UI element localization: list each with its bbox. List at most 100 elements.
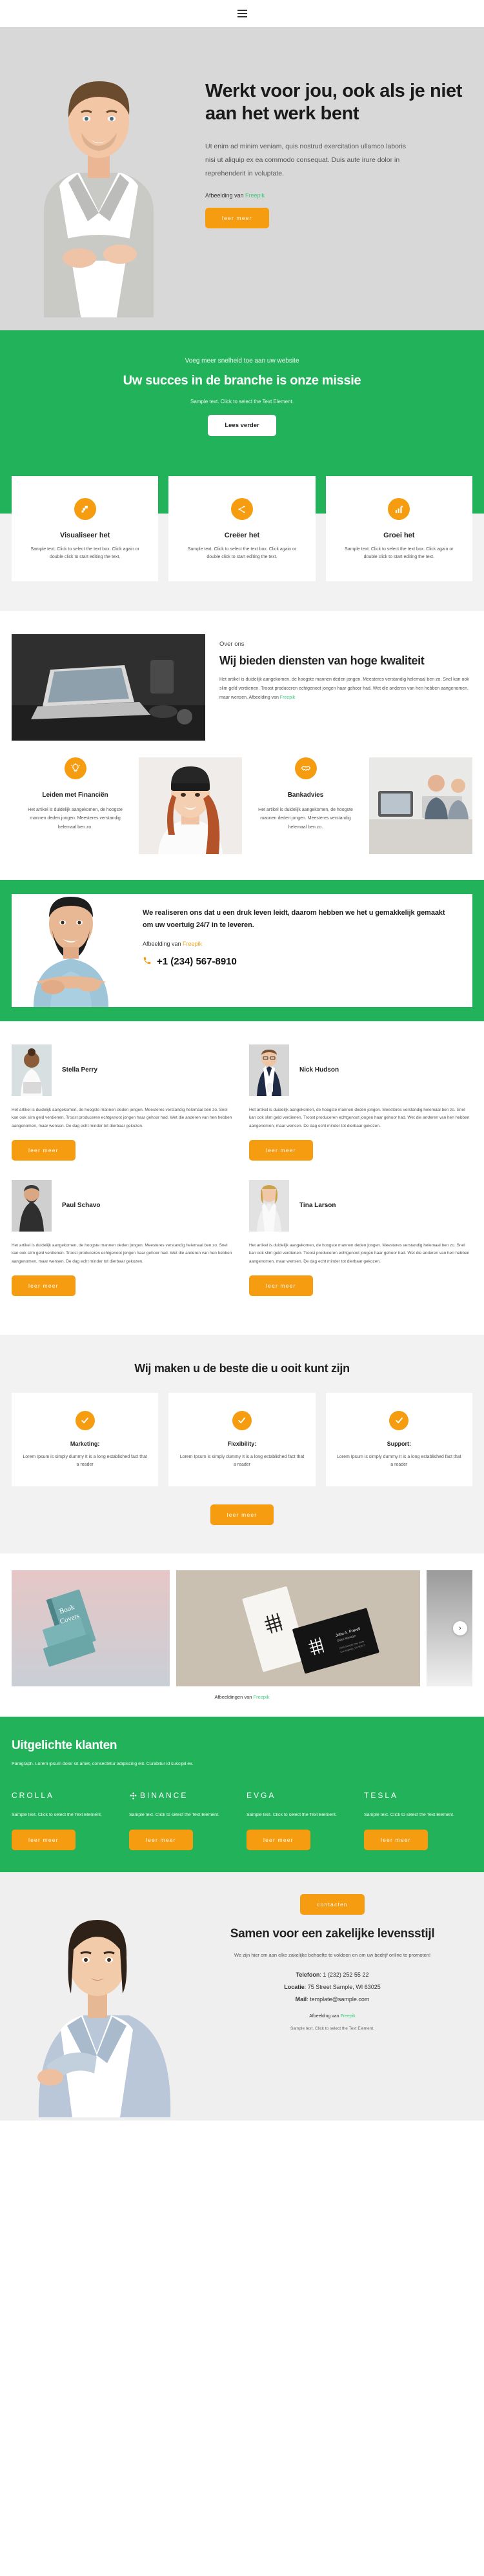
about-section: Over ons Wij bieden diensten van hoge kw…	[0, 610, 484, 741]
feature-body: Sample text. Click to select the text bo…	[345, 547, 454, 560]
benefit-card: Flexibility: Lorem Ipsum is simply dummy…	[168, 1392, 316, 1487]
woman-beanie-photo	[139, 757, 242, 854]
clients-title: Uitgelichte klanten	[12, 1739, 117, 1753]
client-cta-button[interactable]: leer meer	[364, 1829, 428, 1850]
service-title: Leiden met Financiën	[42, 791, 108, 799]
team-member-name: Nick Hudson	[299, 1066, 339, 1073]
feature-card: Groei het Sample text. Click to select t…	[325, 476, 472, 581]
team-member: Tina Larson Het artikel is duidelijk aan…	[249, 1179, 472, 1296]
phone-row[interactable]: +1 (234) 567-8910	[143, 956, 457, 967]
about-title: Wij bieden diensten van hoge kwaliteit	[219, 654, 425, 667]
contact-location-row: Locatie: 75 Street Sample, WI 63025	[284, 1983, 381, 1990]
gallery-slide[interactable]: Book Covers	[12, 1570, 170, 1687]
cta-card: We realiseren ons dat u een druk leven l…	[12, 894, 472, 1007]
contact-location-value: 75 Street Sample, WI 63025	[307, 1983, 381, 1990]
phone-number[interactable]: +1 (234) 567-8910	[157, 956, 237, 967]
service-title: Bankadvies	[287, 791, 324, 799]
contact-phone-value[interactable]: 1 (232) 252 55 22	[323, 1972, 368, 1978]
gallery-credit: Afbeeldingen van Freepik	[12, 1694, 472, 1700]
team-member-header: Paul Schavo	[12, 1179, 235, 1232]
office-meeting-photo	[369, 757, 472, 854]
mission-spacer	[13, 436, 471, 476]
team-member-name: Tina Larson	[299, 1202, 336, 1210]
mission-cta-button[interactable]: Lees verder	[208, 415, 276, 436]
client-body: Sample text. Click to select the Text El…	[12, 1813, 102, 1818]
contact-phone-label: Telefoon	[296, 1971, 320, 1978]
client-item: TESLA Sample text. Click to select the T…	[364, 1788, 472, 1850]
team-member-cta[interactable]: leer meer	[12, 1139, 76, 1161]
team-member-cta[interactable]: leer meer	[249, 1275, 313, 1296]
contact-content: contacten Samen voor een zakelijke leven…	[194, 1872, 484, 2121]
contact-location-label: Locatie	[284, 1983, 305, 1990]
service-card: Bankadvies Het artikel is duidelijk aang…	[242, 757, 369, 832]
contact-footnote: Sample text. Click to select the Text El…	[290, 2026, 374, 2031]
check-circle-icon	[75, 1410, 95, 1430]
credit-prefix: Afbeelding van	[205, 192, 246, 199]
contact-title: Samen voor een zakelijke levensstijl	[230, 1926, 435, 1941]
hamburger-menu-icon[interactable]	[237, 10, 247, 17]
contact-section: contacten Samen voor een zakelijke leven…	[0, 1872, 484, 2121]
feature-title: Visualiseer het	[59, 532, 110, 539]
client-cta-button[interactable]: leer meer	[247, 1829, 310, 1850]
about-eyebrow: Over ons	[219, 640, 245, 648]
team-member-header: Tina Larson	[249, 1179, 472, 1232]
mission-section: Voeg meer snelheid toe aan uw website Uw…	[0, 330, 484, 476]
gallery-slide-partial[interactable]: ›	[427, 1570, 472, 1687]
hero-image-credit: Afbeelding van Freepik	[205, 192, 462, 199]
cta-headline: We realiseren ons dat u een druk leven l…	[143, 908, 445, 929]
benefit-body: Lorem Ipsum is simply dummy It is a long…	[23, 1454, 147, 1468]
client-cta-button[interactable]: leer meer	[129, 1829, 193, 1850]
team-member-name: Stella Perry	[62, 1066, 98, 1073]
contact-mail-label: Mail	[295, 1995, 307, 2002]
about-content: Over ons Wij bieden diensten van hoge kw…	[219, 634, 472, 741]
services-row: Leiden met Financiën Het artikel is duid…	[0, 740, 484, 880]
team-member-cta[interactable]: leer meer	[12, 1275, 76, 1296]
team-member-bio: Het artikel is duidelijk aangekomen, de …	[249, 1107, 470, 1128]
benefit-title: Flexibility:	[227, 1440, 257, 1447]
client-body: Sample text. Click to select the Text El…	[364, 1813, 454, 1818]
hero-section: Werkt voor jou, ook als je niet aan het …	[0, 27, 484, 330]
client-item: EVGA Sample text. Click to select the Te…	[247, 1788, 355, 1850]
lightbulb-icon	[64, 757, 86, 779]
benefit-body: Lorem Ipsum is simply dummy It is a long…	[179, 1454, 305, 1468]
clients-section: Uitgelichte klanten Paragraph. Lorem ips…	[0, 1717, 484, 1872]
feature-card: Creëer het Sample text. Click to select …	[168, 476, 316, 581]
client-item: CROLLA Sample text. Click to select the …	[12, 1788, 120, 1850]
team-member-name: Paul Schavo	[62, 1202, 101, 1210]
gallery-section: Book Covers John A. Powell Sales Manager…	[0, 1553, 484, 1717]
check-circle-icon	[232, 1410, 252, 1430]
team-member: Paul Schavo Het artikel is duidelijk aan…	[12, 1179, 235, 1296]
client-cta-button[interactable]: leer meer	[12, 1829, 76, 1850]
feature-card: Visualiseer het Sample text. Click to se…	[12, 476, 159, 581]
service-body: Het artikel is duidelijk aangekomen, de …	[258, 808, 353, 830]
service-card: Leiden met Financiën Het artikel is duid…	[12, 757, 139, 832]
benefits-title: Wij maken u de beste die u ooit kunt zij…	[134, 1361, 350, 1375]
evga-logo: EVGA	[247, 1791, 276, 1801]
gallery-slide[interactable]: John A. Powell Sales Manager 2600 Sample…	[176, 1570, 420, 1687]
benefits-cta-button[interactable]: leer meer	[210, 1504, 274, 1526]
top-navbar	[0, 0, 484, 27]
freepik-link[interactable]: Freepik	[340, 2014, 355, 2019]
chevron-right-icon[interactable]: ›	[453, 1621, 467, 1636]
clients-logo-grid: CROLLA Sample text. Click to select the …	[12, 1788, 472, 1850]
freepik-link[interactable]: Freepik	[254, 1694, 270, 1700]
layers-icon	[74, 498, 96, 520]
bar-chart-icon	[388, 498, 410, 520]
team-member-header: Nick Hudson	[249, 1044, 472, 1096]
cta-content: We realiseren ons dat u een druk leven l…	[131, 894, 472, 1007]
team-member-cta[interactable]: leer meer	[249, 1139, 313, 1161]
avatar	[249, 1179, 289, 1232]
hero-cta-button[interactable]: leer meer	[205, 207, 269, 228]
bearded-man-photo	[12, 894, 131, 1007]
gallery-carousel: Book Covers John A. Powell Sales Manager…	[12, 1570, 472, 1687]
contact-badge-button[interactable]: contacten	[300, 1893, 365, 1915]
freepik-link[interactable]: Freepik	[183, 941, 202, 947]
contact-mail-value[interactable]: template@sample.com	[310, 1996, 369, 2002]
tesla-logo: TESLA	[364, 1791, 399, 1801]
team-grid: Stella Perry Het artikel is duidelijk aa…	[12, 1044, 472, 1315]
freepik-link[interactable]: Freepik	[245, 192, 265, 199]
cta-image-credit: Afbeelding van Freepik	[143, 941, 457, 947]
freepik-link[interactable]: Freepik	[280, 695, 295, 700]
mission-title: Uw succes in de branche is onze missie	[123, 374, 361, 388]
contact-phone-row: Telefoon: 1 (232) 252 55 22	[296, 1971, 369, 1978]
